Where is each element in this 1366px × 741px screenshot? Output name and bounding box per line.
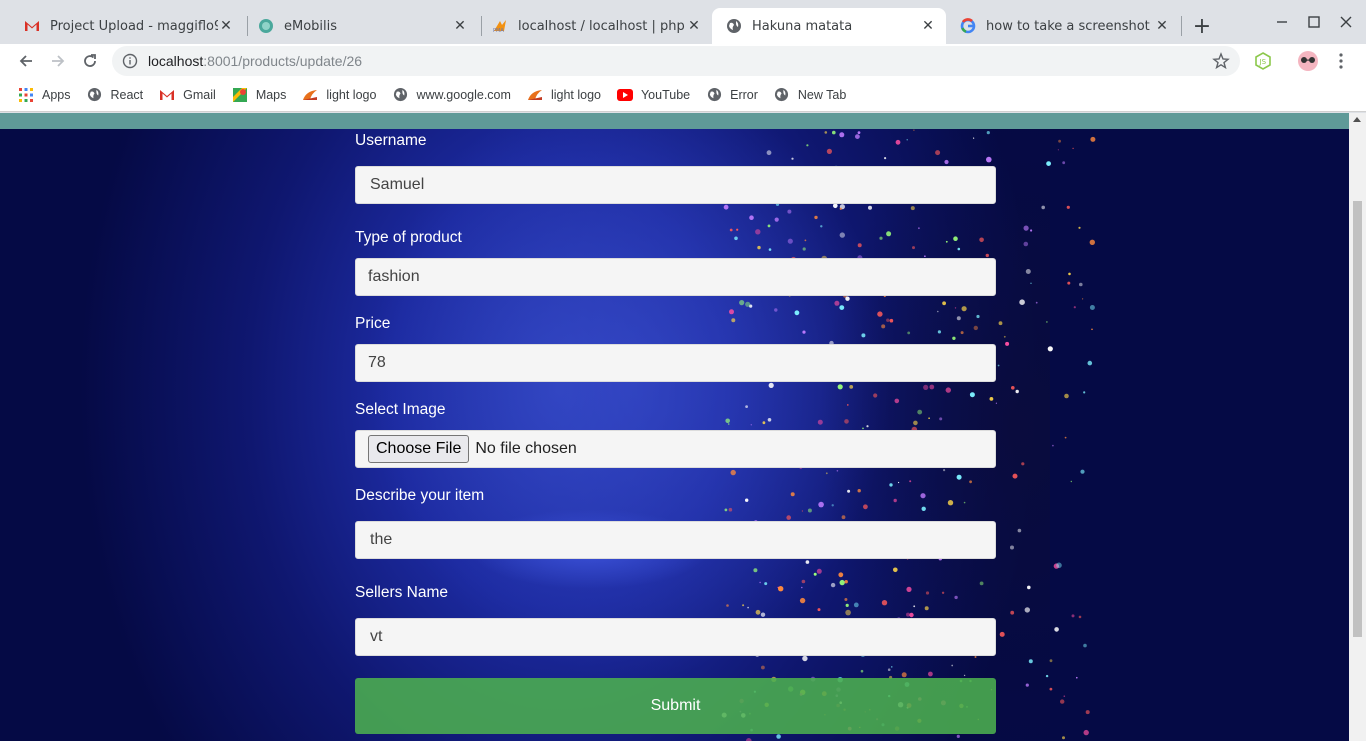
bookmark-label: light logo (326, 87, 377, 102)
bookmark-label: Error (730, 87, 758, 102)
bookmark-label: light logo (550, 87, 601, 102)
tab-title: how to take a screenshot with (986, 18, 1154, 34)
globe-icon (392, 87, 408, 103)
close-tab-icon[interactable]: ✕ (218, 18, 234, 34)
price-label: Price (355, 315, 391, 332)
phpmyadmin-icon: PMA (492, 18, 508, 34)
tab-emobilis[interactable]: eMobilis ✕ (244, 8, 478, 44)
nodejs-extension-icon[interactable]: JS (1252, 50, 1274, 72)
bookmark-react[interactable]: React (87, 87, 144, 103)
browser-toolbar: localhost:8001/products/update/26 JS (0, 44, 1366, 78)
close-tab-icon[interactable]: ✕ (452, 18, 468, 34)
bookmark-apps[interactable]: Apps (18, 87, 71, 103)
sellers-name-input[interactable]: vt (355, 618, 996, 656)
tab-separator (1181, 16, 1182, 36)
url-text: localhost:8001/products/update/26 (148, 53, 362, 69)
light-logo-icon (302, 87, 318, 103)
type-of-product-input[interactable]: fashion (355, 258, 996, 296)
sellers-name-label: Sellers Name (355, 584, 449, 601)
light-logo-icon (527, 87, 543, 103)
bookmark-new-tab[interactable]: New Tab (774, 87, 846, 103)
new-tab-button[interactable]: + (1190, 14, 1214, 39)
profile-avatar-icon[interactable] (1297, 50, 1319, 72)
bookmark-label: New Tab (797, 87, 847, 102)
bookmark-label: www.google.com (416, 87, 511, 102)
select-image-label: Select Image (355, 401, 446, 418)
tab-phpmyadmin[interactable]: PMA localhost / localhost | phpMyA ✕ (478, 8, 712, 44)
tab-project-upload[interactable]: Project Upload - maggiflo98@g ✕ (10, 8, 244, 44)
choose-file-button[interactable]: Choose File (368, 435, 470, 463)
gmail-icon (159, 87, 175, 103)
bookmark-label: Gmail (183, 87, 216, 102)
bookmark-label: Apps (42, 87, 71, 102)
emobilis-icon (258, 18, 274, 34)
tab-title: Hakuna matata (752, 18, 853, 34)
google-icon (960, 18, 976, 34)
url-host: localhost (148, 53, 204, 69)
tab-screenshot-search[interactable]: how to take a screenshot with ✕ (946, 8, 1180, 44)
forward-icon[interactable] (45, 48, 71, 74)
page-viewport: Username Samuel Type of product fashion … (0, 113, 1366, 741)
header-accent-strip (0, 113, 1349, 129)
bookmark-youtube[interactable]: YouTube (616, 87, 691, 103)
maps-icon (232, 87, 248, 103)
bookmark-maps[interactable]: Maps (232, 87, 287, 103)
globe-icon (706, 87, 722, 103)
menu-kebab-icon[interactable] (1330, 50, 1352, 72)
maximize-icon[interactable] (1302, 10, 1326, 34)
bookmarks-bar: Apps React Gmail Maps light logo www.goo… (0, 78, 1366, 112)
bookmark-label: Maps (255, 87, 287, 102)
vertical-scrollbar[interactable] (1349, 113, 1366, 741)
info-icon[interactable] (122, 53, 138, 69)
username-label: Username (355, 132, 427, 149)
globe-icon (87, 87, 103, 103)
price-input[interactable]: 78 (355, 344, 996, 382)
describe-item-input[interactable]: the (355, 521, 996, 559)
bookmark-error[interactable]: Error (706, 87, 758, 103)
apps-grid-icon (18, 87, 34, 103)
bookmark-label: YouTube (640, 87, 691, 102)
tab-strip: Project Upload - maggiflo98@g ✕ eMobilis… (0, 0, 1366, 44)
globe-icon (726, 18, 742, 34)
globe-icon (774, 87, 790, 103)
bookmark-google[interactable]: www.google.com (392, 87, 511, 103)
close-tab-icon[interactable]: ✕ (920, 18, 936, 34)
tab-title: localhost / localhost | phpMyA (518, 18, 686, 34)
describe-item-label: Describe your item (355, 487, 485, 504)
svg-text:JS: JS (1259, 58, 1267, 66)
bookmark-star-icon[interactable] (1212, 52, 1230, 70)
close-tab-icon[interactable]: ✕ (1154, 18, 1170, 34)
minimize-icon[interactable] (1270, 10, 1294, 34)
close-tab-icon[interactable]: ✕ (686, 18, 702, 34)
type-of-product-label: Type of product (355, 229, 462, 246)
no-file-chosen-text: No file chosen (475, 440, 577, 457)
bookmark-light-logo-2[interactable]: light logo (527, 87, 601, 103)
reload-icon[interactable] (77, 48, 103, 74)
url-path: :8001/products/update/26 (203, 53, 363, 69)
scrollbar-thumb[interactable] (1353, 201, 1362, 637)
tab-title: Project Upload - maggiflo98@g (50, 18, 218, 34)
back-icon[interactable] (13, 48, 39, 74)
bookmark-label: React (110, 87, 144, 102)
username-input[interactable]: Samuel (355, 166, 996, 204)
tab-title: eMobilis (284, 18, 338, 34)
submit-button[interactable]: Submit (355, 678, 996, 734)
bookmark-light-logo-1[interactable]: light logo (302, 87, 376, 103)
youtube-icon (616, 87, 633, 103)
address-bar[interactable]: localhost:8001/products/update/26 (112, 46, 1240, 76)
bookmark-gmail[interactable]: Gmail (159, 87, 216, 103)
image-file-input[interactable]: Choose File No file chosen (355, 430, 996, 468)
svg-text:PMA: PMA (493, 28, 504, 33)
scroll-up-arrow-icon[interactable] (1353, 117, 1361, 122)
tab-hakuna-matata[interactable]: Hakuna matata ✕ (712, 8, 946, 44)
close-window-icon[interactable] (1334, 10, 1358, 34)
gmail-icon (24, 18, 40, 34)
